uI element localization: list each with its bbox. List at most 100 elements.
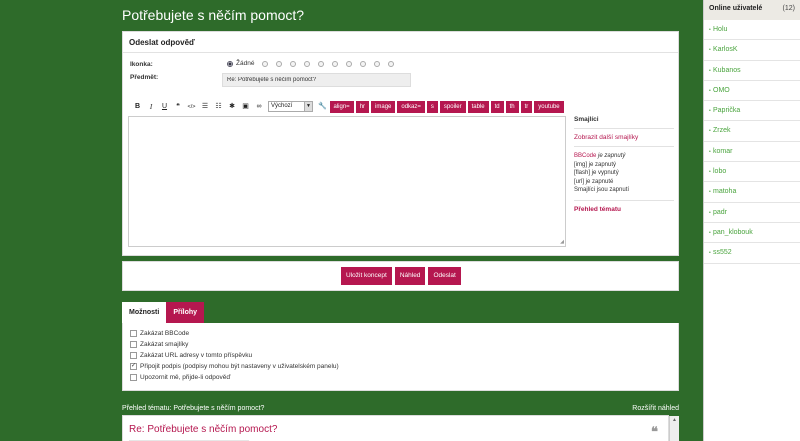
submit-bar: Uložit koncept Náhled Odeslat [122, 261, 679, 291]
bold-icon[interactable]: B [131, 101, 144, 113]
option-label: Zakázat smajlíky [140, 341, 189, 348]
quote-icon[interactable]: ❝ [651, 424, 658, 440]
url-status: [url] je zapnuté [574, 178, 614, 185]
checkbox[interactable] [130, 352, 137, 359]
send-button[interactable]: Odeslat [428, 267, 461, 285]
resize-handle-icon[interactable]: ◢ [560, 239, 564, 245]
topic-review-panel: Re: Potřebujete s něčím pomoct? ❝ [122, 415, 669, 441]
bbcode-status: BBCode je zapnutý [574, 152, 674, 161]
user-link[interactable]: padr [704, 203, 800, 223]
option-disable-smilies[interactable]: Zakázat smajlíky [130, 341, 188, 348]
option-label: Připojit podpis (podpisy mohou být nasta… [140, 363, 339, 370]
checkbox[interactable] [130, 341, 137, 348]
editor-toolbar: B I U ❝ </> ☰ ☷ ✱ ▣ ∞ Výchozí ▼ 🔧 align=… [131, 100, 566, 113]
ordered-list-icon[interactable]: ☷ [212, 101, 225, 113]
icon-radio[interactable] [346, 60, 353, 67]
icon-radio[interactable] [360, 60, 367, 67]
icon-radio[interactable] [290, 60, 297, 67]
review-scrollbar[interactable]: ▲ [669, 416, 679, 441]
user-link[interactable]: lobo [704, 162, 800, 183]
bbcode-youtube-button[interactable]: youtube [534, 100, 564, 113]
bbcode-hr-button[interactable]: hr [355, 100, 370, 113]
expand-review-link[interactable]: Rozšířit náhled [632, 405, 679, 412]
icon-label: Ikonka: [130, 61, 153, 68]
bbcode-tr-button[interactable]: tr [520, 100, 533, 113]
option-attach-signature[interactable]: ✓ Připojit podpis (podpisy mohou být nas… [130, 363, 339, 370]
checkbox-checked[interactable]: ✓ [130, 363, 137, 370]
font-size-select[interactable]: Výchozí ▼ [268, 101, 313, 112]
underline-icon[interactable]: U [158, 101, 171, 113]
topic-review-link[interactable]: Přehled tématu [574, 206, 674, 213]
icon-radio-none[interactable] [227, 60, 233, 67]
bbcode-table-button[interactable]: table [467, 100, 489, 113]
subject-input[interactable] [222, 73, 411, 87]
page-title: Potřebujete s něčím pomoct? [122, 7, 305, 23]
wrench-icon[interactable]: 🔧 [316, 101, 329, 113]
topic-review-title: Přehled tématu: Potřebujete s něčím pomo… [122, 405, 265, 412]
main-content: Potřebujete s něčím pomoct? Odeslat odpo… [0, 0, 703, 441]
divider [574, 146, 674, 147]
icon-radio-group: Žádné [227, 60, 402, 67]
option-label: Upozornit mě, přijde-li odpověď [140, 374, 231, 381]
tab-options[interactable]: Možnosti [122, 302, 167, 323]
option-label: Zakázat BBCode [140, 330, 190, 337]
link-icon[interactable]: ∞ [253, 101, 266, 113]
icon-radio[interactable] [374, 60, 381, 67]
reply-panel: Odeslat odpověď Ikonka: Žádné Předmět: B… [122, 31, 679, 256]
user-link[interactable]: pan_klobouk [704, 223, 800, 244]
icon-radio[interactable] [262, 60, 269, 67]
smilies-status: Smajlíci jsou zapnutí [574, 187, 630, 193]
bbcode-th-button[interactable]: th [505, 100, 519, 113]
message-textarea[interactable]: ◢ [128, 116, 566, 247]
scroll-up-icon[interactable]: ▲ [670, 416, 679, 424]
list-item-icon[interactable]: ✱ [226, 101, 239, 113]
more-smilies-link[interactable]: Zobrazit další smajlíky [574, 134, 674, 141]
preview-button[interactable]: Náhled [394, 267, 426, 285]
user-link[interactable]: Kubanos [704, 61, 800, 81]
user-link[interactable]: Paprička [704, 101, 800, 122]
option-notify-reply[interactable]: Upozornit mě, přijde-li odpověď [130, 374, 230, 381]
divider [574, 128, 674, 129]
user-link[interactable]: Holu [704, 20, 800, 41]
online-users-title: Online uživatelé [709, 5, 763, 12]
online-users-count: (12) [782, 5, 795, 12]
bbcode-link[interactable]: BBCode [574, 153, 596, 159]
bbcode-image-button[interactable]: image [371, 100, 396, 113]
option-disable-bbcode[interactable]: Zakázat BBCode [130, 330, 189, 337]
options-tabs: Možnosti Přílohy [122, 302, 205, 323]
italic-icon[interactable]: I [145, 101, 158, 113]
review-post-title[interactable]: Re: Potřebujete s něčím pomoct? [129, 424, 277, 435]
icon-radio[interactable] [276, 60, 283, 67]
editor-sidebar: Smajlíci Zobrazit další smajlíky BBCode … [574, 116, 674, 213]
tab-attachments[interactable]: Přílohy [166, 302, 205, 323]
icon-radio[interactable] [388, 60, 395, 67]
option-disable-urls[interactable]: Zakázat URL adresy v tomto příspěvku [130, 352, 252, 359]
icon-radio[interactable] [332, 60, 339, 67]
img-status: [img] je zapnutý [574, 161, 617, 168]
bbcode-td-button[interactable]: td [490, 100, 504, 113]
option-label: Zakázat URL adresy v tomto příspěvku [140, 352, 253, 359]
chevron-down-icon: ▼ [304, 102, 312, 111]
icon-radio[interactable] [304, 60, 311, 67]
bbcode-status-text: je zapnutý [598, 153, 626, 159]
user-link[interactable]: komar [704, 142, 800, 163]
user-link[interactable]: matoha [704, 182, 800, 203]
user-link[interactable]: OMO [704, 81, 800, 102]
bbcode-spoiler-button[interactable]: spoiler [439, 100, 466, 113]
bbcode-s-button[interactable]: s [426, 100, 438, 113]
checkbox[interactable] [130, 374, 137, 381]
code-icon[interactable]: </> [185, 101, 198, 113]
bbcode-align-button[interactable]: align= [329, 100, 354, 113]
save-draft-button[interactable]: Uložit koncept [341, 267, 392, 285]
user-link[interactable]: KarlosK [704, 40, 800, 61]
image-icon[interactable]: ▣ [239, 101, 252, 113]
online-users-header: Online uživatelé (12) [704, 0, 800, 20]
flash-status: [flash] je vypnutý [574, 170, 619, 176]
checkbox[interactable] [130, 330, 137, 337]
unordered-list-icon[interactable]: ☰ [199, 101, 212, 113]
user-link[interactable]: ss552 [704, 243, 800, 264]
bbcode-link-button[interactable]: odkaz= [397, 100, 425, 113]
icon-radio[interactable] [318, 60, 325, 67]
user-link[interactable]: Zrzek [704, 121, 800, 142]
quote-icon[interactable]: ❝ [172, 101, 185, 113]
